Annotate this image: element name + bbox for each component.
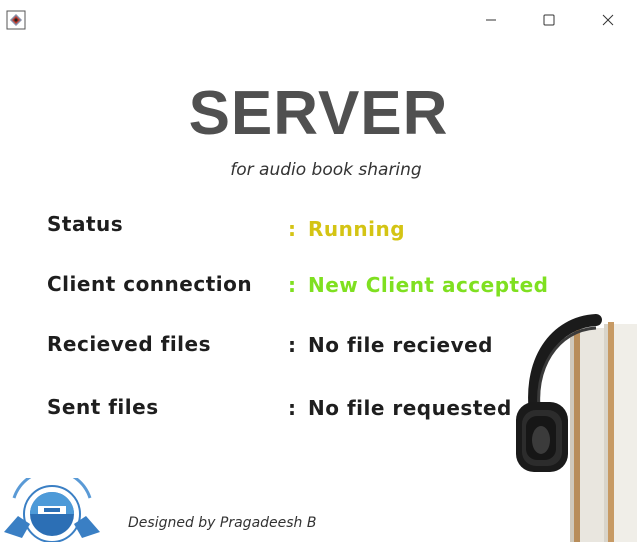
client-connection-separator: : bbox=[288, 273, 296, 297]
university-logo bbox=[4, 478, 100, 542]
received-files-label: Recieved files bbox=[47, 332, 212, 356]
server-window: SERVER for audio book sharing Status : R… bbox=[0, 0, 637, 542]
maximize-button[interactable] bbox=[520, 0, 578, 40]
sent-files-value: No file requested bbox=[308, 396, 512, 420]
java-app-icon bbox=[6, 10, 26, 30]
sent-files-label: Sent files bbox=[47, 395, 159, 419]
status-separator: : bbox=[288, 217, 296, 241]
close-icon bbox=[602, 14, 614, 26]
headphones-books-image bbox=[516, 314, 637, 542]
status-value: Running bbox=[308, 217, 406, 241]
page-subtitle: for audio book sharing bbox=[230, 160, 422, 180]
received-files-value: No file recieved bbox=[308, 333, 494, 357]
title-bar[interactable] bbox=[0, 0, 637, 40]
designer-credit: Designed by Pragadeesh B bbox=[128, 515, 317, 531]
status-label: Status bbox=[47, 212, 124, 236]
page-title: SERVER bbox=[188, 79, 449, 148]
close-button[interactable] bbox=[579, 0, 637, 40]
minimize-icon bbox=[486, 19, 496, 21]
minimize-button[interactable] bbox=[462, 0, 520, 40]
sent-files-separator: : bbox=[288, 396, 296, 420]
maximize-icon bbox=[543, 14, 555, 26]
client-connection-label: Client connection bbox=[47, 272, 253, 296]
received-files-separator: : bbox=[288, 333, 296, 357]
